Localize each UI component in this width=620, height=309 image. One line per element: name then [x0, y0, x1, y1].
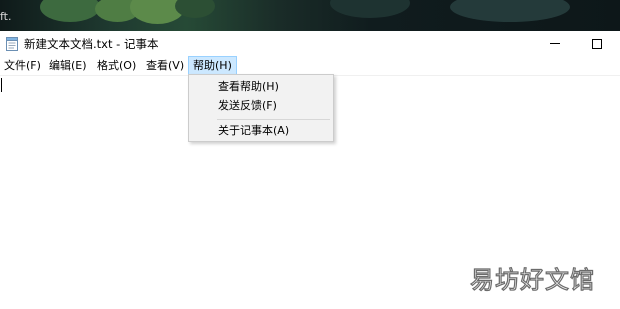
desktop-wallpaper: ft.	[0, 0, 620, 31]
minimize-button[interactable]	[532, 31, 578, 56]
minimize-icon	[550, 43, 560, 44]
menu-edit[interactable]: 编辑(E)	[45, 56, 91, 75]
maximize-button[interactable]	[574, 31, 620, 56]
menu-help[interactable]: 帮助(H)	[188, 56, 237, 75]
watermark-text: 易坊好文馆	[469, 265, 595, 294]
title-bar[interactable]: 新建文本文档.txt - 记事本	[0, 31, 620, 56]
menu-separator	[217, 119, 330, 120]
menu-file[interactable]: 文件(F)	[0, 56, 45, 75]
screen: ft. 新建文本文档.txt - 记事本 文件(F) 编辑(E) 格式(O) 查…	[0, 0, 620, 309]
wallpaper-leaf	[330, 0, 410, 18]
menu-item-about-notepad[interactable]: 关于记事本(A)	[189, 121, 333, 141]
wallpaper-leaf	[40, 0, 100, 22]
help-dropdown-menu: 查看帮助(H) 发送反馈(F) 关于记事本(A)	[188, 74, 334, 142]
menu-bar: 文件(F) 编辑(E) 格式(O) 查看(V) 帮助(H)	[0, 56, 620, 76]
maximize-icon	[592, 38, 602, 49]
menu-view[interactable]: 查看(V)	[142, 56, 188, 75]
wallpaper-leaf	[450, 0, 570, 22]
notepad-icon	[6, 36, 18, 51]
menu-format[interactable]: 格式(O)	[93, 56, 140, 75]
menu-item-send-feedback[interactable]: 发送反馈(F)	[189, 96, 333, 116]
desktop-icon-label[interactable]: ft.	[0, 10, 12, 23]
text-caret	[1, 78, 2, 92]
window-title: 新建文本文档.txt - 记事本	[24, 37, 159, 51]
menu-item-view-help[interactable]: 查看帮助(H)	[189, 77, 333, 97]
